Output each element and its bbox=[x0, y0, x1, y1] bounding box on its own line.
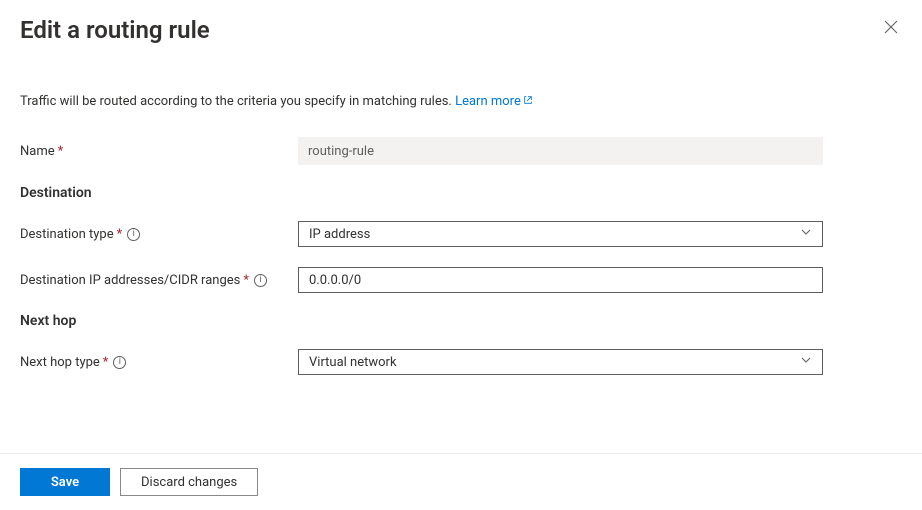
destination-type-label: Destination type * i bbox=[20, 227, 298, 242]
learn-more-link[interactable]: Learn more bbox=[455, 94, 533, 109]
next-hop-section-header: Next hop bbox=[20, 313, 902, 329]
save-button[interactable]: Save bbox=[20, 468, 110, 496]
required-indicator: * bbox=[103, 355, 109, 370]
close-button[interactable] bbox=[880, 16, 902, 41]
destination-type-select[interactable]: IP address bbox=[298, 221, 823, 247]
required-indicator: * bbox=[243, 273, 249, 288]
destination-ip-input[interactable] bbox=[298, 267, 823, 293]
info-icon[interactable]: i bbox=[113, 356, 126, 369]
destination-ip-label: Destination IP addresses/CIDR ranges * i bbox=[20, 273, 298, 288]
external-link-icon bbox=[521, 94, 533, 109]
name-field: routing-rule bbox=[298, 137, 823, 165]
close-icon bbox=[884, 23, 898, 38]
name-label: Name * bbox=[20, 144, 298, 159]
required-indicator: * bbox=[58, 144, 64, 159]
info-icon[interactable]: i bbox=[254, 274, 267, 287]
chevron-down-icon bbox=[800, 226, 812, 242]
chevron-down-icon bbox=[800, 354, 812, 370]
required-indicator: * bbox=[117, 227, 123, 242]
page-title: Edit a routing rule bbox=[20, 16, 210, 44]
discard-button[interactable]: Discard changes bbox=[120, 468, 258, 496]
footer: Save Discard changes bbox=[0, 453, 922, 510]
next-hop-type-select[interactable]: Virtual network bbox=[298, 349, 823, 375]
destination-section-header: Destination bbox=[20, 185, 902, 201]
description-text: Traffic will be routed according to the … bbox=[20, 94, 902, 109]
info-icon[interactable]: i bbox=[127, 228, 140, 241]
next-hop-type-label: Next hop type * i bbox=[20, 355, 298, 370]
